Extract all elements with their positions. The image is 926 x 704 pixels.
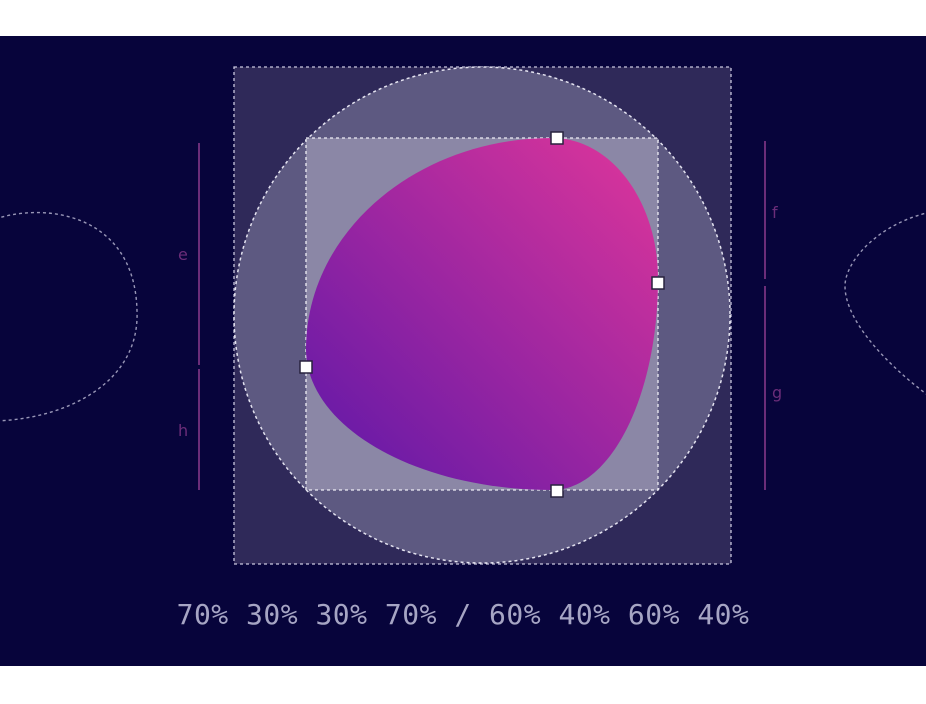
handle-right[interactable] — [651, 276, 665, 290]
border-radius-value: 70% 30% 30% 70% / 60% 40% 60% 40% — [176, 598, 750, 631]
label-e: e — [178, 245, 188, 264]
handle-top[interactable] — [550, 131, 564, 145]
handle-bottom[interactable] — [550, 484, 564, 498]
label-f: f — [772, 203, 778, 222]
label-h: h — [178, 421, 188, 440]
handle-left[interactable] — [299, 360, 313, 374]
border-radius-diagram: e h f g — [0, 36, 926, 666]
diagram-stage: e h f g 70% 30% 30% 70% / 60% 40% 60% 40… — [0, 36, 926, 666]
label-g: g — [772, 383, 782, 402]
